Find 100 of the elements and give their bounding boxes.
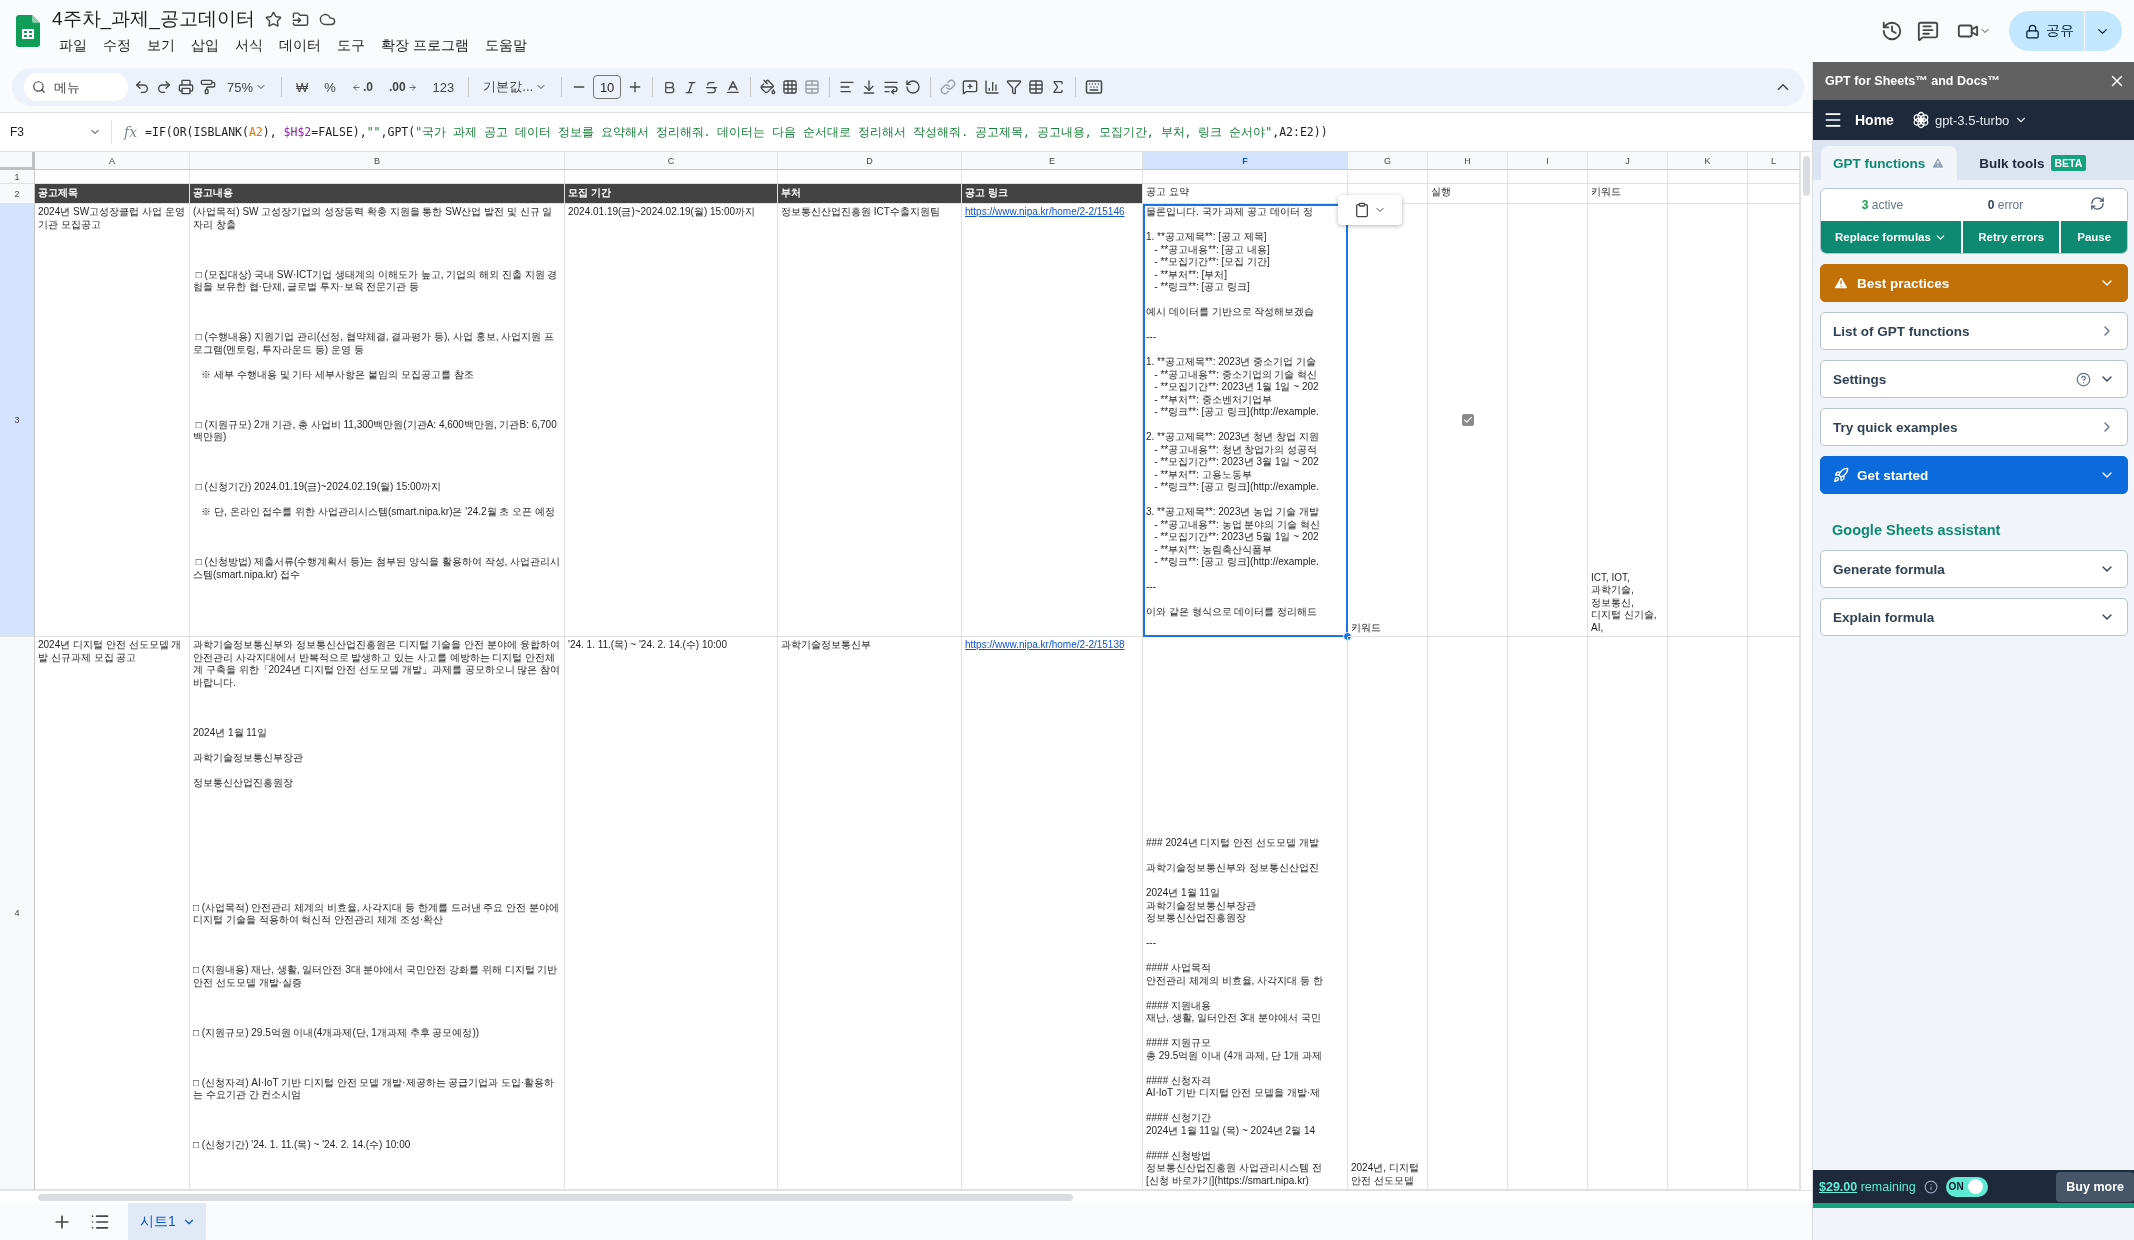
paint-format-icon[interactable] (200, 79, 216, 95)
tab[interactable]: Bulk tools BETA (1967, 146, 2099, 180)
table-cell[interactable]: ICT, IOT, 과학기술, 정보통신, 디지털 신기술, AI, (1588, 204, 1668, 637)
history-icon[interactable] (1881, 20, 1903, 42)
undo-icon[interactable] (134, 79, 150, 95)
menu-item[interactable]: 확장 프로그램 (374, 36, 476, 56)
column-header[interactable]: H (1428, 152, 1508, 170)
spreadsheet-logo-icon[interactable] (16, 15, 40, 47)
decrease-decimal-button[interactable]: .0 (346, 77, 378, 97)
nav-title[interactable]: Home (1855, 112, 1894, 128)
accordion-item[interactable]: Best practices (1820, 264, 2128, 302)
merge-cells-icon[interactable] (804, 79, 821, 95)
row-header[interactable]: 1 (0, 170, 35, 184)
accordion-item[interactable]: Settings (1820, 360, 2128, 398)
column-header[interactable]: C (565, 152, 778, 170)
table-icon[interactable] (1028, 79, 1045, 95)
row-header[interactable]: 3 (0, 204, 35, 637)
paste-options-menu[interactable] (1338, 195, 1402, 225)
redo-icon[interactable] (156, 79, 172, 95)
accordion-item[interactable]: Try quick examples (1820, 408, 2128, 446)
link[interactable]: https://www.nipa.kr/home/2-2/15146 (965, 206, 1139, 219)
action-button[interactable]: Replace formulas (1821, 221, 1961, 253)
search-field[interactable]: 메뉴 (24, 73, 128, 101)
menu-icon[interactable] (1823, 110, 1843, 130)
menu-item[interactable]: 도구 (330, 36, 372, 56)
row-header[interactable]: 4 (0, 637, 35, 1190)
menu-item[interactable]: 수정 (96, 36, 138, 56)
menu-item[interactable]: 보기 (140, 36, 182, 56)
table-cell[interactable] (1428, 204, 1508, 637)
column-header[interactable]: E (962, 152, 1143, 170)
table-cell[interactable] (1508, 204, 1588, 637)
table-cell[interactable]: 2024.01.19(금)~2024.02.19(월) 15:00까지 (565, 204, 778, 637)
table-cell[interactable] (1508, 184, 1588, 204)
currency-format-button[interactable]: ₩ (291, 76, 314, 98)
column-header[interactable]: L (1748, 152, 1800, 170)
table-cell[interactable] (1668, 184, 1748, 204)
keyboard-icon[interactable] (1085, 78, 1104, 96)
table-cell[interactable]: 2024년 SW고성장클럽 사업 운영기관 모집공고 (35, 204, 190, 637)
column-header[interactable]: K (1668, 152, 1748, 170)
model-select[interactable]: gpt-3.5-turbo (1911, 111, 2029, 129)
accordion-item[interactable]: Generate formula (1820, 550, 2128, 588)
refresh-icon[interactable] (2089, 196, 2105, 211)
font-size-field[interactable]: 10 (593, 75, 622, 99)
filter-icon[interactable] (1006, 79, 1023, 95)
table-cell[interactable] (1348, 170, 1428, 184)
scrollbar-thumb[interactable] (1803, 156, 1810, 196)
fill-handle[interactable] (1343, 632, 1352, 641)
sheet-tab[interactable]: 시트1 (128, 1203, 206, 1240)
table-cell[interactable]: https://www.nipa.kr/home/2-2/15146 (962, 204, 1143, 637)
document-title[interactable]: 4주차_과제_공고데이터 (52, 6, 255, 32)
table-cell[interactable] (1668, 170, 1748, 184)
toggle-switch[interactable]: ON (1945, 1176, 1988, 1197)
table-cell[interactable] (1588, 170, 1668, 184)
accordion-item[interactable]: Explain formula (1820, 598, 2128, 636)
scrollbar-thumb[interactable] (38, 1194, 1073, 1201)
text-wrap-icon[interactable] (883, 79, 900, 95)
font-select[interactable]: 기본값... (478, 75, 553, 99)
add-comment-icon[interactable] (962, 79, 979, 95)
table-cell[interactable]: 물론입니다. 국가 과제 공고 데이터 정 1. **공고제목**: [공고 제목] - **공고내용**: [공고 내용] - **모집기간**: [모집 기간] - **부처**: [부처] - **링크**: [공고 링크] 예시 데이터를 기반으로 작성해보겠습 --- 1. **공고제목**: 2023년 중소기업 기술 - **공고내용**: 중소기업의 기술 혁신 - **모집기간**: 2023년 1월 1일 ~ 202 - **부처**: 중소벤처기업부 - **링크**: [공고 링크](http://example. 2. **공고제목**: 2023년 청년 창업 지원 - **공고내용**: 청년 창업가의 성공적 - **모집기간**: 2023년 3월 1일 ~ 202 - **부처**: 고용노동부 - **링크**: [공고 링크](http://example. 3. **공고제목**: 2023년 농업 기술 개발 - **공고내용**: 농업 분야의 기술 혁신 - **모집기간**: 2023년 5월 1일 ~ 202 - **부처**: 농림축산식품부 - **링크**: [공고 링크](http://example. --- 이와 같은 형식으로 데이터를 정리해드 (1143, 204, 1348, 637)
increase-decimal-button[interactable]: .00 (383, 77, 422, 97)
align-icon[interactable] (839, 79, 856, 95)
star-icon[interactable] (264, 10, 282, 28)
comment-icon[interactable] (1917, 20, 1939, 42)
number-format-button[interactable]: 123 (427, 76, 460, 98)
column-header[interactable]: I (1508, 152, 1588, 170)
folder-icon[interactable] (291, 10, 309, 28)
text-color-icon[interactable] (725, 79, 742, 95)
share-button[interactable]: 공유 (2009, 11, 2122, 51)
help-icon[interactable] (2076, 371, 2091, 387)
table-cell[interactable]: (사업목적) SW 고성장기업의 성장동력 확충 지원을 통한 SW산업 발전 및 신규 일자리 창출 □ (모집대상) 국내 SW·ICT기업 생태계의 이해도가 높고, 기업의 해외 진출 지원 경험을 보유한 협·단체, 글로벌 투자·보육 전문기관 등 □ (수행내용) 지원기업 관리(선정, 협약체결, 결과평가 등), 사업 홍보, 사업지원 프로그램(멘토링, 투자라운드 등) 운영 등 ※ 세부 수행내용 및 기타 세부사항은 붙임의 모집공고를 참조 □ (지원규모) 2개 기관, 총 사업비 11,300백만원(기관A: 4,600백만원, 기관B: 6,700백만원) □ (신청기간) 2024.01.19(금)~2024.02.19(월) 15:00까지 ※ 단, 온라인 접수를 위한 사업관리시스템(smart.nipa.kr)은 '24.2월 초 오픈 예정 □ (신청방법) 제출서류(수행계획서 등)는 첨부된 양식을 활용하여 작성, 사업관리시스템(smart.nipa.kr) 접수 (190, 204, 565, 637)
table-cell[interactable]: 실행 (1428, 184, 1508, 204)
link[interactable]: https://www.nipa.kr/home/2-2/15138 (965, 639, 1139, 652)
accordion-item[interactable]: Get started (1820, 456, 2128, 494)
menu-item[interactable]: 삽입 (184, 36, 226, 56)
percent-format-button[interactable]: % (319, 76, 341, 98)
info-icon[interactable] (1923, 1179, 1938, 1194)
text-rotation-icon[interactable] (905, 79, 922, 95)
name-box[interactable]: F3 (0, 120, 112, 144)
checkbox[interactable] (1461, 414, 1474, 426)
column-header[interactable]: A (35, 152, 190, 170)
column-header[interactable]: D (778, 152, 962, 170)
print-icon[interactable] (178, 79, 194, 95)
column-header[interactable]: B (190, 152, 565, 170)
column-header[interactable]: G (1348, 152, 1428, 170)
borders-icon[interactable] (782, 79, 799, 95)
column-header[interactable]: J (1588, 152, 1668, 170)
table-cell[interactable]: 키워드 (1588, 184, 1668, 204)
strikethrough-icon[interactable] (704, 79, 720, 95)
chart-icon[interactable] (984, 79, 1001, 95)
accordion-item[interactable]: List of GPT functions (1820, 312, 2128, 350)
menu-item[interactable]: 도움말 (477, 36, 534, 56)
italic-icon[interactable] (683, 79, 699, 95)
table-cell[interactable] (1508, 170, 1588, 184)
column-header[interactable]: F (1143, 152, 1348, 170)
tab[interactable]: GPT functions (1821, 146, 1958, 180)
table-cell[interactable]: 정보통신산업진흥원 ICT수출지원팀 (778, 204, 962, 637)
buy-more-button[interactable]: Buy more (2056, 1171, 2134, 1202)
formula-text[interactable]: =IF(OR(ISBLANK(A2), $H$2=FALSE),"",GPT("국가 과제 공고 데이터 정보를 요약해서 정리해줘. 데이터는 다음 순서대로 정리해서 작성해줘. 공고제목, 공고내용, 모집기간, 부처, 링크 순서야",A2:E2)) (145, 124, 1328, 140)
action-button[interactable]: Retry errors (1962, 221, 2060, 253)
action-button[interactable]: Pause (2061, 221, 2127, 253)
